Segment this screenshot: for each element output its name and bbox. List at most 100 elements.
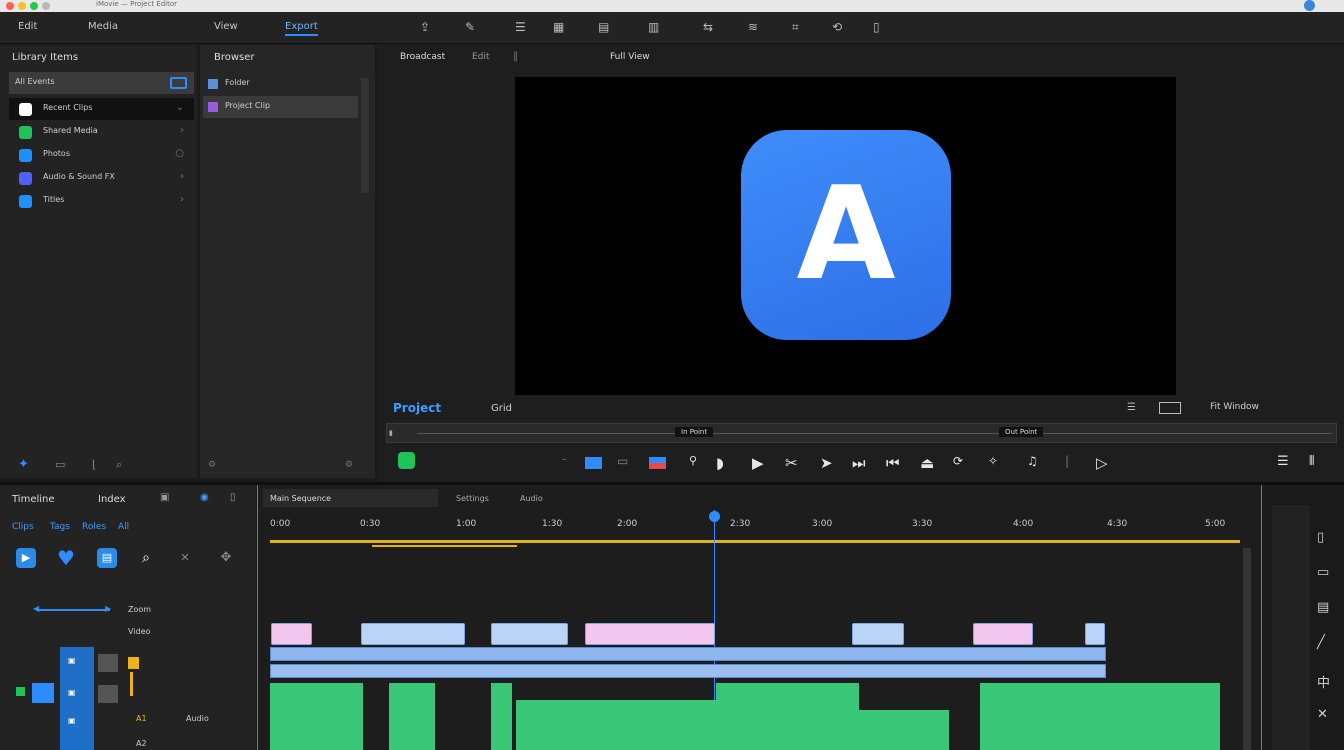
video-clip-main[interactable] [270,647,1106,661]
menu-item-media[interactable]: Media [88,21,118,32]
track-mixed-icon[interactable] [649,457,666,469]
magic-icon[interactable]: ✧ [988,454,998,468]
menu-icon[interactable]: ☰ [1277,454,1289,469]
grid-icon[interactable]: ▣ [160,492,169,503]
loop-icon[interactable]: ⟳ [953,454,963,468]
sequence-audio-tab[interactable]: Audio [520,494,543,503]
zoom-slider[interactable] [36,609,110,611]
grid-icon[interactable]: ▦ [553,20,564,34]
inspector-icon[interactable]: 中 [1317,672,1330,691]
subtab-tags[interactable]: Tags [50,522,70,532]
sticker-clip[interactable] [973,623,1033,645]
pause-icon[interactable]: ‖ [513,51,518,62]
audio-waveform[interactable] [516,700,716,750]
inspector-icon[interactable]: ✕ [1317,707,1328,722]
sequence-settings-tab[interactable]: Settings [456,494,489,503]
library-item-shared[interactable]: Shared Media › [9,121,194,143]
layers-tool-icon[interactable]: ▤ [97,548,117,568]
browser-item-folder[interactable]: Folder [203,74,358,94]
wave-icon[interactable]: ≋ [748,20,758,34]
library-item-photos[interactable]: Photos ○ [9,144,194,166]
close-window-button[interactable] [6,2,14,10]
record-icon[interactable] [398,452,415,469]
track-a-icon[interactable]: ▣ [68,688,76,697]
panels-icon[interactable]: ▯ [873,20,880,34]
track-gray-icon[interactable]: ▭ [617,454,628,468]
marker-icon[interactable]: ⚲ [689,454,697,467]
title-clip[interactable] [1085,623,1105,645]
refresh-icon[interactable]: ⟲ [832,20,842,34]
subtab-clips[interactable]: Clips [12,522,34,532]
audio-waveform[interactable] [980,683,1220,750]
eye-icon[interactable]: ◉ [200,492,209,503]
subtab-roles[interactable]: Roles [82,522,106,532]
marker-in[interactable]: In Point [675,427,714,437]
marker-out[interactable]: Out Point [999,427,1044,437]
browser-scrollbar[interactable] [361,78,369,193]
playhead-handle[interactable] [709,511,720,522]
eject-icon[interactable]: ⏏ [920,454,934,472]
audio-waveform[interactable] [270,683,363,750]
mute-icon[interactable] [98,685,118,703]
folder-outline-icon[interactable]: ▭ [55,458,65,471]
viewer-tab-broadcast[interactable]: Broadcast [400,52,445,62]
track-blue-icon[interactable] [585,457,602,469]
sticker-clip[interactable] [271,623,312,645]
title-clip[interactable] [852,623,904,645]
lock-icon[interactable] [98,654,118,672]
fullscreen-window-button[interactable] [42,2,50,10]
list-icon[interactable]: ☰ [515,20,526,34]
fit-label[interactable]: Fit Window [1210,402,1259,412]
library-item-audio[interactable]: Audio & Sound FX › [9,167,194,189]
trim-icon[interactable]: ✂ [785,454,798,472]
layout-icon[interactable]: ▤ [598,20,609,34]
inspector-icon[interactable]: ▯ [1317,530,1324,545]
add-icon[interactable]: ✦ [18,457,29,472]
viewer-scrubber[interactable]: ▮ In Point Out Point [386,423,1337,443]
panel-icon[interactable]: ▯ [230,492,236,503]
timeline-ruler-bar[interactable] [270,540,1240,543]
heart-icon[interactable]: ♥ [56,548,76,568]
inspector-icon[interactable]: ▤ [1317,600,1329,615]
selected-track-icon[interactable] [32,683,54,703]
close-icon[interactable]: ✕ [175,548,195,568]
play-outline-icon[interactable]: ▷ [1096,454,1108,472]
track-enable-icon[interactable] [16,687,25,696]
split-view-icon[interactable]: ⫴ [1309,454,1314,469]
audio-waveform[interactable] [389,683,435,750]
menu-item-view[interactable]: View [214,21,238,32]
title-clip[interactable] [361,623,465,645]
search-icon[interactable]: ⌕ [116,458,122,472]
bars-icon[interactable]: ▥ [648,20,659,34]
viewer-tab-full[interactable]: Full View [610,52,650,62]
audio-waveform[interactable] [859,710,949,750]
inspector-icon[interactable]: ▭ [1317,565,1329,580]
pointer-icon[interactable]: ➤ [820,454,833,472]
library-item-titles[interactable]: Titles › [9,190,194,212]
settings-icon[interactable]: ⚙ [208,460,216,470]
list-icon[interactable]: ☰ [1127,402,1136,413]
clip-tool-icon[interactable]: ▶ [16,548,36,568]
forward-icon[interactable]: ⏭ [852,454,866,472]
track-b-icon[interactable]: ▣ [68,716,76,725]
timeline-scrollbar[interactable] [1243,548,1251,750]
timeline-tab[interactable]: Index [98,494,126,505]
pen-icon[interactable]: ✎ [465,20,475,34]
library-item-recent[interactable]: Recent Clips ⌄ [9,98,194,120]
move-icon[interactable]: ✥ [216,548,236,568]
zoom-icon[interactable]: ⌕ [136,548,156,568]
subtab-all[interactable]: All [118,522,129,532]
crop-icon[interactable]: ⌗ [792,20,799,35]
minimize-window-button[interactable] [18,2,26,10]
browser-item-project[interactable]: Project Clip [203,96,358,118]
menu-item-export[interactable]: Export [285,21,318,36]
menu-item-edit[interactable]: Edit [18,21,37,32]
zoom-window-button[interactable] [30,2,38,10]
split-icon[interactable]: ⇆ [703,20,713,34]
aspect-icon[interactable] [1159,402,1181,414]
back-icon[interactable]: ⏮ [886,454,900,472]
share-icon[interactable]: ⇪ [420,20,430,34]
play-icon[interactable]: ▶ [752,454,764,472]
viewer-tab-edit[interactable]: Edit [472,52,489,62]
library-selected-row[interactable]: All Events [9,72,194,94]
